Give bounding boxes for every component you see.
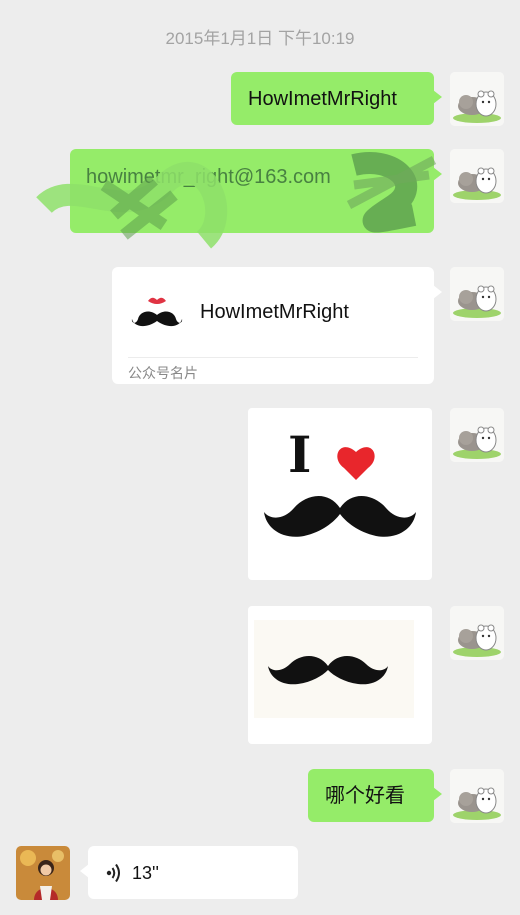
my-avatar[interactable] bbox=[450, 149, 504, 203]
my-avatar[interactable] bbox=[450, 408, 504, 462]
my-avatar[interactable] bbox=[450, 769, 504, 823]
contact-avatar[interactable] bbox=[16, 846, 70, 900]
image-heading-letter: I bbox=[288, 425, 311, 484]
message-bubble-text[interactable]: HowImetMrRight bbox=[231, 72, 442, 125]
message-text: 哪个好看 bbox=[325, 785, 405, 807]
voice-duration: 13'' bbox=[132, 863, 159, 883]
card-divider bbox=[128, 357, 418, 358]
mustache-lips-icon bbox=[131, 297, 183, 327]
voice-message-bubble[interactable]: 13'' bbox=[80, 846, 298, 899]
my-avatar[interactable] bbox=[450, 267, 504, 321]
image-message-mustache[interactable] bbox=[248, 606, 432, 744]
account-card-subtitle: 公众号名片 bbox=[128, 365, 198, 381]
message-bubble-email[interactable]: howimetmr_right@163.com bbox=[70, 149, 442, 233]
message-text: HowImetMrRight bbox=[248, 88, 397, 110]
cat-avatar-icon bbox=[450, 408, 504, 462]
person-photo-avatar-icon bbox=[16, 846, 70, 900]
message-email-text: howimetmr_right@163.com bbox=[86, 166, 331, 188]
cat-avatar-icon bbox=[450, 149, 504, 203]
image-message-i-love-mustache[interactable]: I bbox=[248, 408, 432, 580]
cat-avatar-icon bbox=[450, 769, 504, 823]
cat-avatar-icon bbox=[450, 606, 504, 660]
account-card-title: HowImetMrRight bbox=[200, 301, 349, 323]
account-card[interactable]: HowImetMrRight 公众号名片 bbox=[112, 267, 442, 384]
my-avatar[interactable] bbox=[450, 72, 504, 126]
message-bubble-text[interactable]: 哪个好看 bbox=[308, 769, 442, 822]
voice-wave-icon bbox=[106, 863, 120, 883]
mustache-image bbox=[254, 620, 414, 718]
chat-timestamp: 2015年1月1日 下午10:19 bbox=[165, 29, 355, 48]
cat-avatar-icon bbox=[450, 267, 504, 321]
i-love-mustache-image: I bbox=[264, 425, 416, 537]
cat-avatar-icon bbox=[450, 72, 504, 126]
my-avatar[interactable] bbox=[450, 606, 504, 660]
